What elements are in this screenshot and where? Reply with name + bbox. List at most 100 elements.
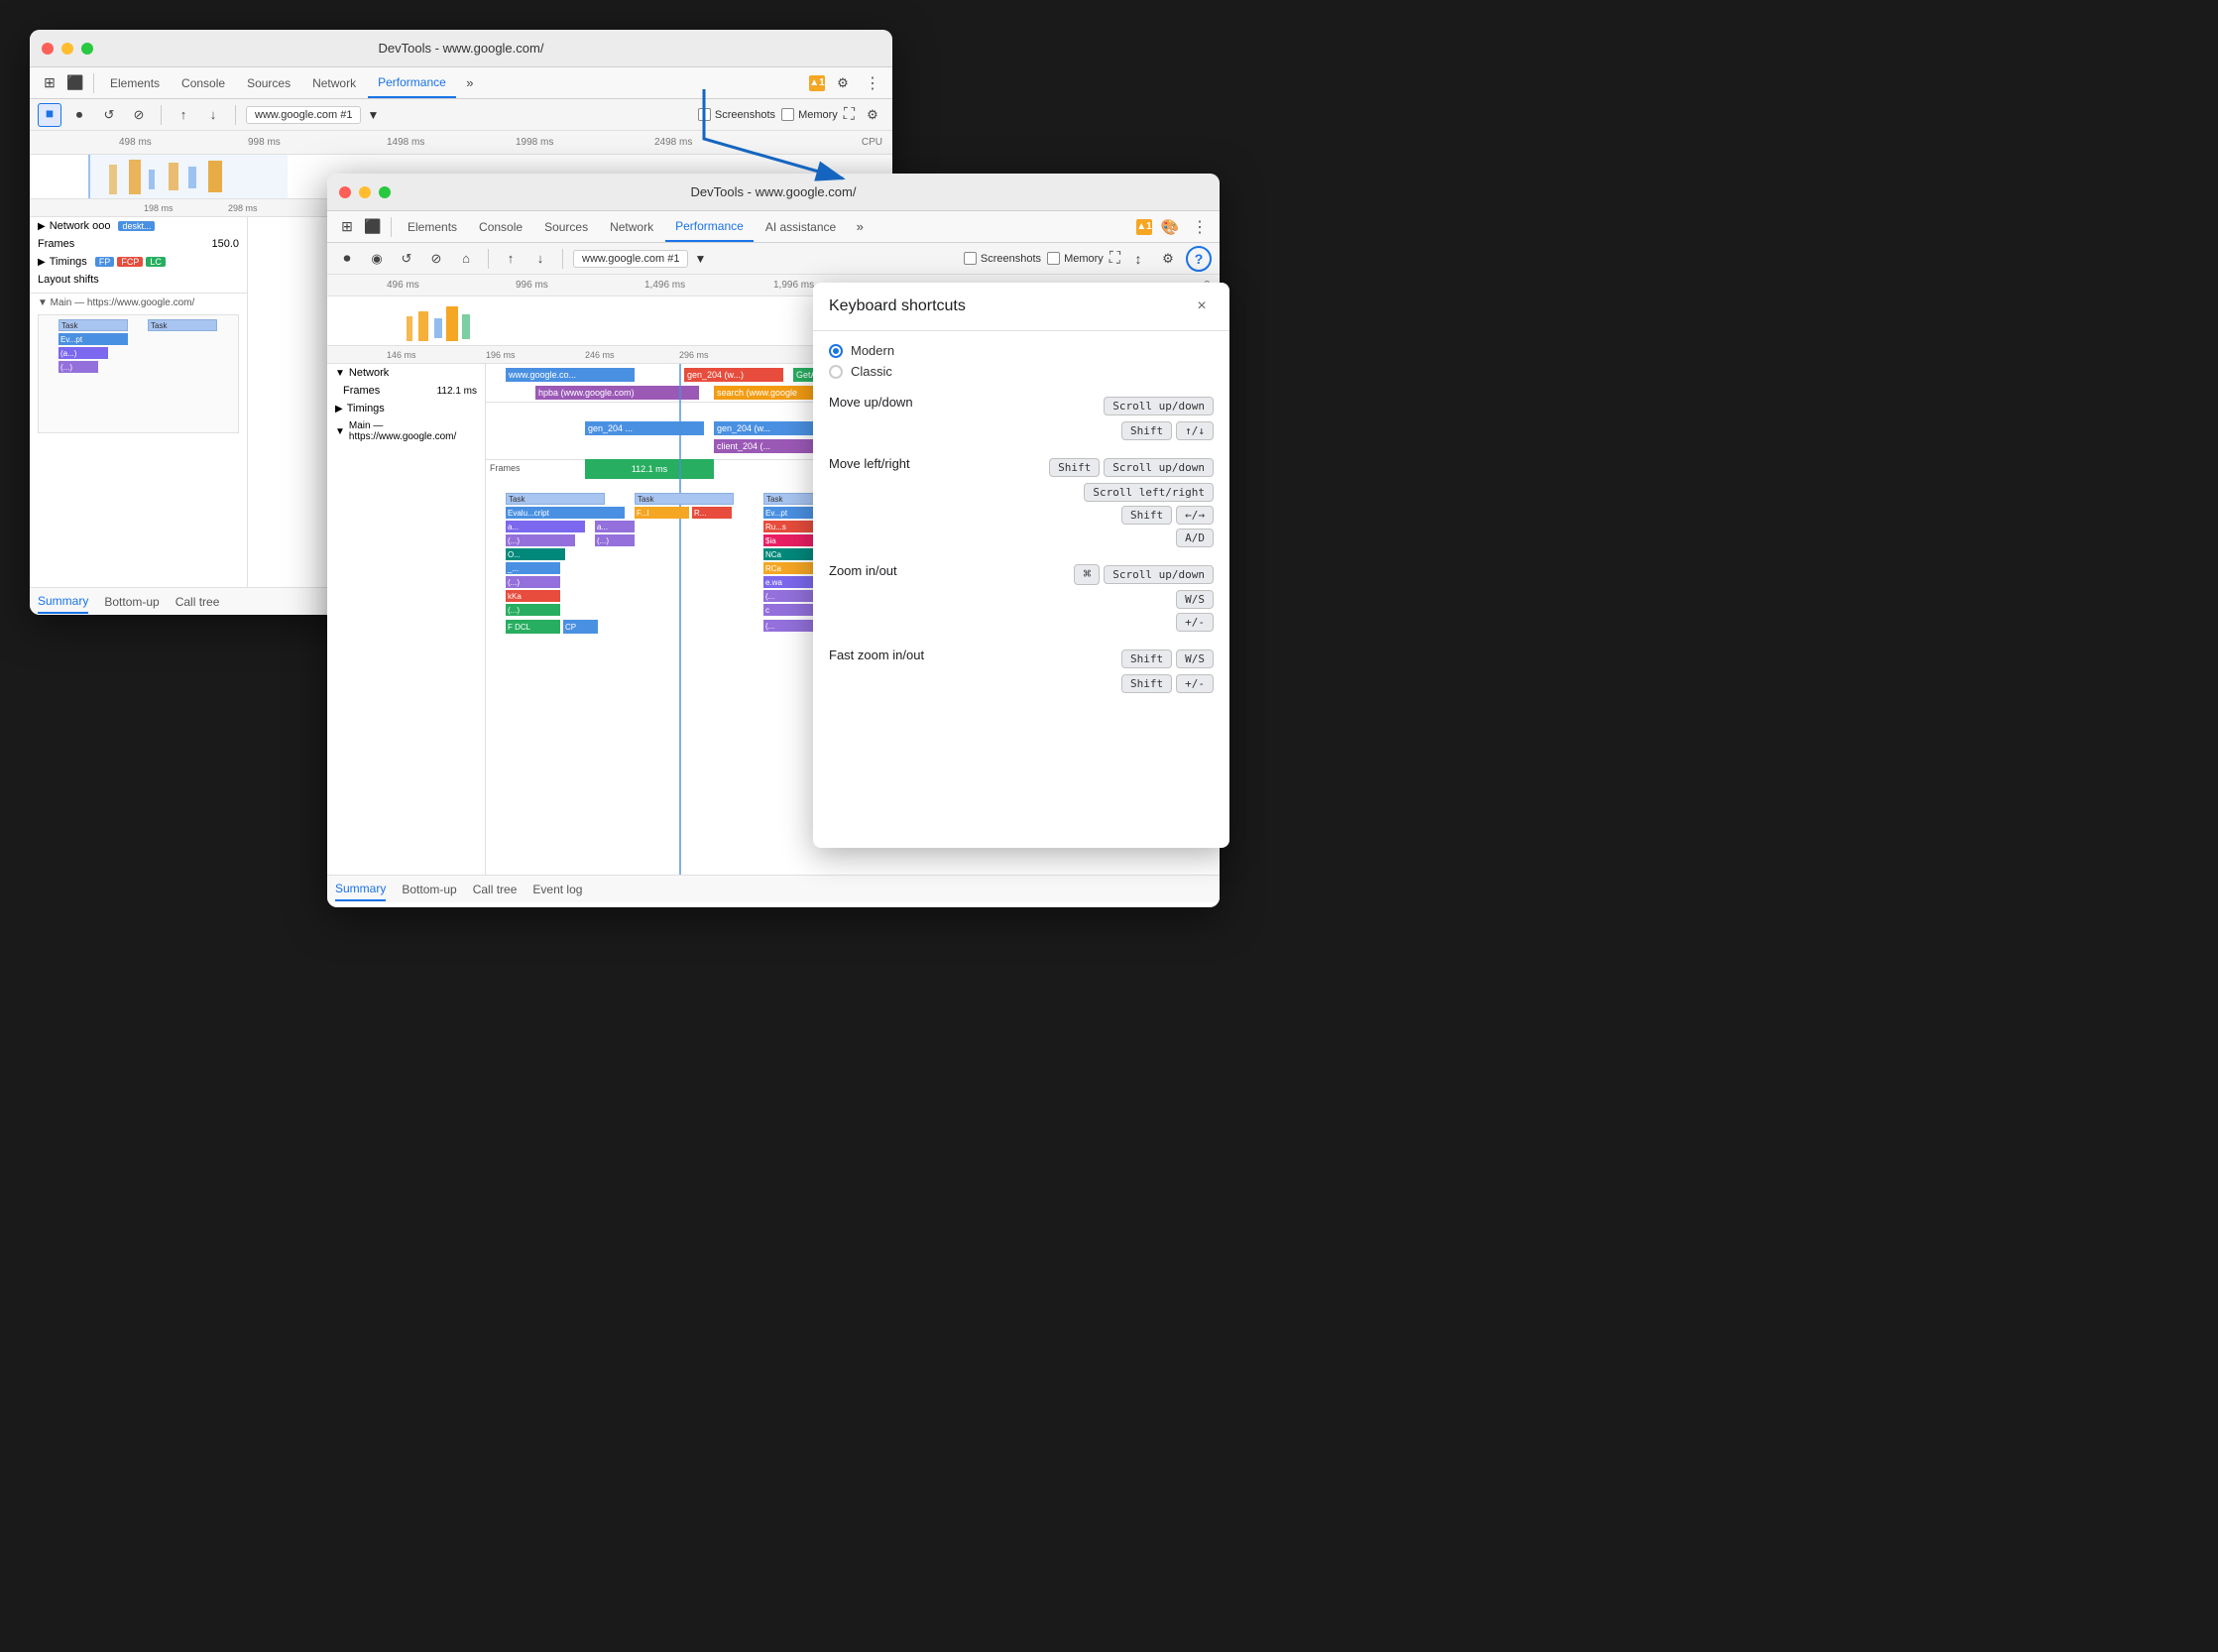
fg-customize-icon[interactable]: 🎨 xyxy=(1158,215,1182,239)
fg-memory-box xyxy=(1047,252,1060,265)
bg-warning-icon: ▲1 xyxy=(809,75,825,91)
fg-bottom-eventlog[interactable]: Event log xyxy=(532,879,582,900)
fg-screenshots-label: Screenshots xyxy=(981,253,1041,265)
fg-more-tabs-icon[interactable]: » xyxy=(848,215,872,239)
bg-screenshots-checkbox[interactable]: Screenshots xyxy=(698,108,775,121)
bg-more-tabs-icon[interactable]: » xyxy=(458,71,482,95)
shortcuts-mode-classic[interactable]: Classic xyxy=(829,364,1214,379)
bg-inspect-icon[interactable]: ⊞ xyxy=(38,71,61,95)
fg-sidebar-main[interactable]: ▼ Main — https://www.google.com/ xyxy=(327,417,485,445)
bg-memory-checkbox[interactable]: Memory xyxy=(781,108,838,121)
bg-tab-elements[interactable]: Elements xyxy=(100,67,170,98)
shortcut-lr-shift-1: Shift xyxy=(1049,458,1100,477)
fg-cp: CP xyxy=(563,620,598,634)
shortcuts-modern-radio[interactable] xyxy=(829,344,843,358)
fg-screenshots-box xyxy=(964,252,977,265)
bg-capture-icon[interactable]: ⛶ xyxy=(844,106,855,124)
fg-record-btn[interactable]: ⏺ xyxy=(335,247,359,271)
fg-download-btn[interactable]: ↓ xyxy=(528,247,552,271)
fg-sub-ruler-3: 296 ms xyxy=(679,350,709,360)
shortcuts-close-btn[interactable]: × xyxy=(1190,295,1214,318)
fg-perf-settings-icon[interactable]: ⚙ xyxy=(1156,247,1180,271)
fg-screenshots-checkbox[interactable]: Screenshots xyxy=(964,252,1041,265)
bg-settings-icon[interactable]: ⚙ xyxy=(831,71,855,95)
bg-reload-btn[interactable]: ↺ xyxy=(97,103,121,127)
bg-sub-ruler-1: 298 ms xyxy=(228,203,258,213)
fg-bottom-calltree[interactable]: Call tree xyxy=(473,879,518,900)
bg-minimize-btn[interactable] xyxy=(61,43,73,55)
fg-tab-elements[interactable]: Elements xyxy=(398,211,467,242)
fg-bottom-summary[interactable]: Summary xyxy=(335,878,386,901)
fg-sub-ruler-2: 246 ms xyxy=(585,350,615,360)
shortcuts-classic-radio[interactable] xyxy=(829,365,843,379)
shortcut-fz-ws: W/S xyxy=(1176,649,1214,668)
fg-throttle-icon[interactable]: ↕ xyxy=(1126,247,1150,271)
bg-sidebar-layout-shifts[interactable]: Layout shifts xyxy=(30,271,247,289)
fg-close-btn[interactable] xyxy=(339,186,351,198)
fg-capture-icon[interactable]: ⛶ xyxy=(1109,250,1120,268)
bg-sidebar-frames-value: 150.0 xyxy=(211,238,239,250)
fg-minimize-btn[interactable] xyxy=(359,186,371,198)
fg-more-icon[interactable]: ⋮ xyxy=(1188,215,1212,239)
shortcuts-title: Keyboard shortcuts xyxy=(829,297,1190,315)
bg-download-btn[interactable]: ↓ xyxy=(201,103,225,127)
bg-clear-btn[interactable]: ⊘ xyxy=(127,103,151,127)
bg-window-title: DevTools - www.google.com/ xyxy=(379,41,544,56)
fg-ruler-0: 496 ms xyxy=(387,280,419,291)
fg-inspect-icon[interactable]: ⊞ xyxy=(335,215,359,239)
shortcut-fast-zoom: Fast zoom in/out Shift W/S Shift +/- xyxy=(829,648,1214,693)
fg-url-dropdown[interactable]: ▼ xyxy=(694,252,706,266)
bg-more-icon[interactable]: ⋮ xyxy=(861,71,884,95)
bg-sidebar-timings[interactable]: ▶ Timings FP FCP LC xyxy=(30,253,247,271)
bg-sidebar-network[interactable]: ▶ Network ooo deskt... xyxy=(30,217,247,235)
fg-sidebar-network[interactable]: ▼ Network xyxy=(327,364,485,382)
bg-maximize-btn[interactable] xyxy=(81,43,93,55)
fg-clear-btn[interactable]: ⊘ xyxy=(424,247,448,271)
fg-r: R... xyxy=(692,507,732,519)
fg-upload-btn[interactable]: ↑ xyxy=(499,247,523,271)
bg-close-btn[interactable] xyxy=(42,43,54,55)
shortcut-lr-arrows: ←/→ xyxy=(1176,506,1214,525)
bg-url-dropdown[interactable]: ▼ xyxy=(367,108,379,122)
fg-sidebar-frames[interactable]: Frames 112.1 ms xyxy=(327,382,485,400)
fg-tab-network[interactable]: Network xyxy=(600,211,663,242)
fg-tab-ai[interactable]: AI assistance xyxy=(756,211,846,242)
shortcut-shift-key-1: Shift xyxy=(1121,421,1172,440)
bg-tab-performance[interactable]: Performance xyxy=(368,67,456,98)
fg-tab-console[interactable]: Console xyxy=(469,211,532,242)
bg-record-btn[interactable]: ⏹ xyxy=(38,103,61,127)
fg-reload-btn[interactable]: ↺ xyxy=(395,247,418,271)
bg-bottom-summary[interactable]: Summary xyxy=(38,590,88,614)
shortcut-keys-plusminus: +/- xyxy=(1176,613,1214,632)
fg-device-icon[interactable]: ⬛ xyxy=(361,215,385,239)
bg-perf-settings-icon[interactable]: ⚙ xyxy=(861,103,884,127)
bg-sub-ruler-0: 198 ms xyxy=(144,203,174,213)
fg-memory-checkbox[interactable]: Memory xyxy=(1047,252,1104,265)
fg-tab-sources[interactable]: Sources xyxy=(534,211,598,242)
bg-tab-sources[interactable]: Sources xyxy=(237,67,300,98)
fg-net-hpba: hpba (www.google.com) xyxy=(535,386,699,400)
shortcut-row-zoom-2: W/S xyxy=(829,590,1214,609)
bg-device-icon[interactable]: ⬛ xyxy=(63,71,87,95)
fg-bottom-bottomup[interactable]: Bottom-up xyxy=(402,879,456,900)
shortcuts-mode-modern[interactable]: Modern xyxy=(829,343,1214,358)
bg-upload-btn[interactable]: ↑ xyxy=(172,103,195,127)
fg-task-2: Task xyxy=(635,493,734,505)
bg-tab-console[interactable]: Console xyxy=(172,67,235,98)
fg-home-btn[interactable]: ⌂ xyxy=(454,247,478,271)
fg-tab-performance[interactable]: Performance xyxy=(665,211,754,242)
shortcut-move-updown-title: Move up/down xyxy=(829,395,913,410)
bg-bottom-calltree[interactable]: Call tree xyxy=(175,591,220,613)
bg-reload-record-btn[interactable]: ⏺ xyxy=(67,103,91,127)
fg-evalu: Evalu...cript xyxy=(506,507,625,519)
bg-sidebar-frames[interactable]: Frames 150.0 xyxy=(30,235,247,253)
bg-bottom-bottomup[interactable]: Bottom-up xyxy=(104,591,159,613)
shortcut-zoom-title: Zoom in/out xyxy=(829,563,897,578)
fg-maximize-btn[interactable] xyxy=(379,186,391,198)
bg-tab-network[interactable]: Network xyxy=(302,67,366,98)
fg-sidebar-timings[interactable]: ▶ Timings xyxy=(327,400,485,417)
fg-reload-record-btn[interactable]: ◉ xyxy=(365,247,389,271)
fg-f-dcl: F DCL xyxy=(506,620,560,634)
fg-help-icon[interactable]: ? xyxy=(1186,246,1212,272)
fg-sidebar-frames-label: Frames xyxy=(343,385,380,397)
